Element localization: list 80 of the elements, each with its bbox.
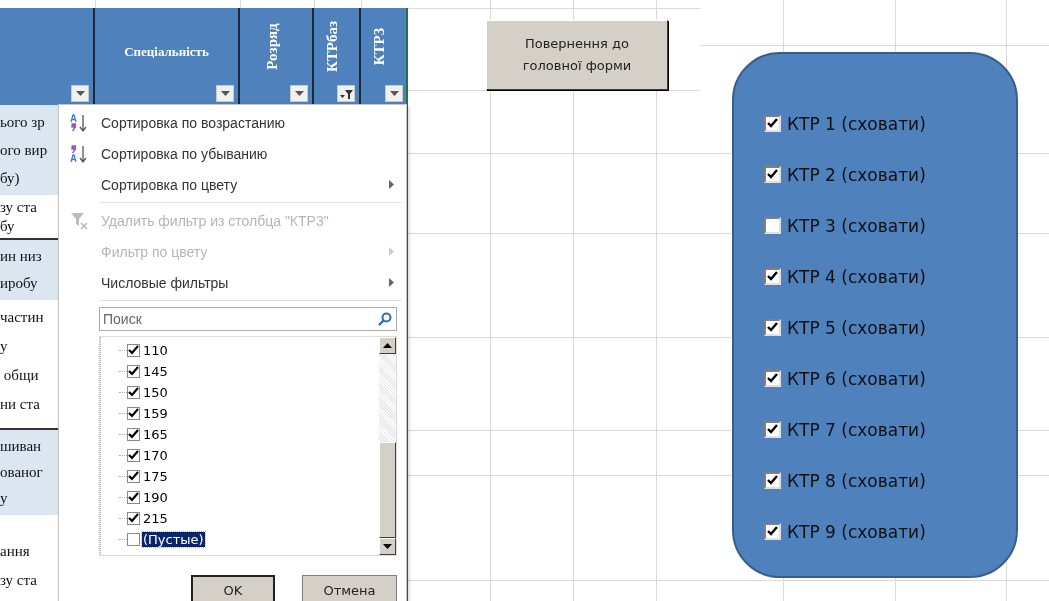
column-title: Спеціальність xyxy=(124,43,209,60)
checkbox[interactable] xyxy=(127,428,140,441)
scrollbar[interactable] xyxy=(379,337,396,555)
return-button[interactable]: Повернення до головної форми xyxy=(486,20,668,90)
check-icon xyxy=(767,475,778,486)
checkbox[interactable] xyxy=(127,386,140,399)
filter-button[interactable] xyxy=(290,85,308,102)
checkbox[interactable] xyxy=(127,449,140,462)
column-title: Розряд xyxy=(263,23,281,70)
checkbox[interactable]: КТР 8 (сховати) xyxy=(764,455,1016,506)
checkbox[interactable]: КТР 7 (сховати) xyxy=(764,404,1016,455)
checkbox[interactable]: КТР 4 (сховати) xyxy=(764,251,1016,302)
column-title: КТР3 xyxy=(371,27,389,66)
table-cell: шиван ованог у xyxy=(0,430,58,515)
check-icon xyxy=(767,373,778,384)
list-item[interactable]: 190 xyxy=(142,490,169,505)
check-icon xyxy=(767,424,778,435)
menu-item[interactable]: Сортировка по цвету xyxy=(59,169,406,200)
check-icon xyxy=(767,118,778,129)
filter-icon xyxy=(339,88,353,99)
checkbox[interactable]: КТР 5 (сховати) xyxy=(764,302,1016,353)
dropdown-arrow-icon xyxy=(220,91,230,96)
list-item[interactable]: 110 xyxy=(142,343,169,358)
checkbox[interactable] xyxy=(127,470,140,483)
check-icon xyxy=(767,322,778,333)
dropdown-arrow-icon xyxy=(294,91,304,96)
list-item[interactable]: (Пустые) xyxy=(142,532,205,547)
checkbox[interactable]: КТР 3 (сховати) xyxy=(764,200,1016,251)
table-cell-text: ання зу ста xyxy=(0,542,38,590)
checkbox[interactable] xyxy=(127,491,140,504)
list-item[interactable]: 165 xyxy=(142,427,169,442)
checkbox[interactable] xyxy=(127,365,140,378)
submenu-arrow-icon xyxy=(389,278,394,287)
checkbox[interactable] xyxy=(127,344,140,357)
menu-item[interactable]: Сортировка по возрастанию xyxy=(59,107,406,138)
dropdown-arrow-icon xyxy=(75,91,85,96)
search-field[interactable]: Поиск xyxy=(99,307,397,331)
checkbox[interactable]: КТР 9 (сховати) xyxy=(764,506,1016,557)
list-item[interactable]: 175 xyxy=(142,469,169,484)
list-item[interactable]: 215 xyxy=(142,511,169,526)
menu-item[interactable]: Числовые фильтры xyxy=(59,267,406,298)
ok-button[interactable]: OK xyxy=(191,575,275,601)
filter-button[interactable] xyxy=(71,85,89,102)
menu-item[interactable]: Сортировка по убыванию xyxy=(59,138,406,169)
check-icon xyxy=(128,408,139,419)
checkbox[interactable]: КТР 6 (сховати) xyxy=(764,353,1016,404)
check-icon xyxy=(128,450,139,461)
clear-filter-icon xyxy=(70,210,90,231)
filter-button[interactable] xyxy=(337,85,355,102)
list-item[interactable]: 150 xyxy=(142,385,169,400)
check-icon xyxy=(128,366,139,377)
check-icon xyxy=(128,429,139,440)
check-icon xyxy=(767,271,778,282)
check-icon xyxy=(767,526,778,537)
list-item[interactable]: 170 xyxy=(142,448,169,463)
table-cell: ього зр ого вир бу) xyxy=(0,105,58,195)
filter-button[interactable] xyxy=(216,85,234,102)
submenu-arrow-icon xyxy=(389,247,394,256)
scroll-down-icon xyxy=(383,544,392,549)
dropdown-arrow-icon xyxy=(389,91,399,96)
checkbox[interactable]: КТР 2 (сховати) xyxy=(764,149,1016,200)
checkbox[interactable]: КТР 1 (сховати) xyxy=(764,98,1016,149)
check-icon xyxy=(767,169,778,180)
list-item[interactable]: 145 xyxy=(142,364,169,379)
check-icon xyxy=(128,345,139,356)
check-icon xyxy=(128,513,139,524)
search-icon xyxy=(378,312,392,326)
filter-button[interactable] xyxy=(385,85,403,102)
check-icon xyxy=(128,471,139,482)
table-cell: ин низ иробу xyxy=(0,240,58,300)
column-title: КТРбаз xyxy=(324,20,341,73)
cancel-button[interactable]: Отмена xyxy=(302,575,397,601)
checkbox[interactable] xyxy=(127,512,140,525)
list-item[interactable]: 159 xyxy=(142,406,169,421)
submenu-arrow-icon xyxy=(389,180,394,189)
checkbox[interactable] xyxy=(127,533,140,546)
check-icon xyxy=(128,492,139,503)
check-icon xyxy=(128,387,139,398)
scroll-up-icon xyxy=(383,343,392,348)
checkbox[interactable] xyxy=(127,407,140,420)
